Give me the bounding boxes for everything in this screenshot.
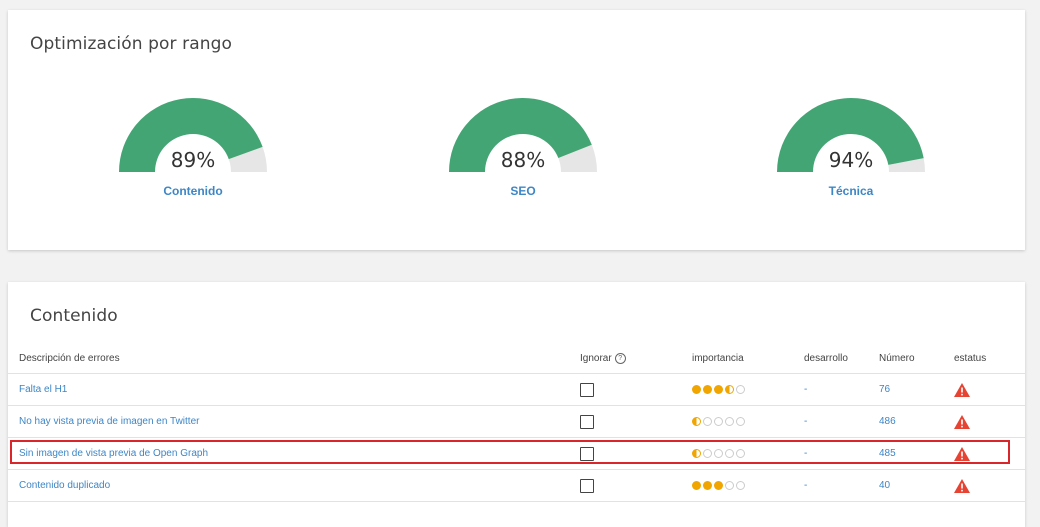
gauge-content: 89% Contenido [103,10,283,198]
warning-icon [954,382,970,397]
importance-rating [692,469,804,502]
table-row[interactable]: Contenido duplicado -40 [8,469,1025,502]
header-ignore[interactable]: Ignorar? [580,344,692,374]
content-errors-title: Contenido [30,306,118,326]
ignore-checkbox[interactable] [580,478,594,493]
gauge-technical-value: 94% [828,148,874,172]
importance-dot [714,480,723,490]
gauge-technical-label[interactable]: Técnica [761,184,941,198]
importance-dot [714,416,723,426]
development-value: - [804,469,879,502]
importance-dot [725,448,734,458]
importance-dot [703,384,712,394]
gauge-content-value: 89% [170,148,216,172]
importance-rating [692,373,804,406]
gauge-seo-value: 88% [500,148,546,172]
ignore-checkbox[interactable] [580,382,594,397]
gauge-content-label[interactable]: Contenido [103,184,283,198]
error-description-link[interactable]: Falta el H1 [8,373,580,406]
errors-table-header: Descripción de errores Ignorar? importan… [8,344,1025,374]
importance-dot [714,448,723,458]
importance-rating [692,405,804,438]
importance-dot [725,480,734,490]
error-description-link[interactable]: No hay vista previa de imagen en Twitter [8,405,580,438]
importance-dot [736,448,745,458]
ignore-cell [580,469,692,502]
warning-icon [954,478,970,493]
importance-dot [703,480,712,490]
help-icon[interactable]: ? [614,352,626,364]
header-development[interactable]: desarrollo [804,344,879,374]
header-importance[interactable]: importancia [692,344,804,374]
importance-dot [736,384,745,394]
development-value: - [804,405,879,438]
gauge-seo: 88% SEO [433,10,613,198]
importance-dot [736,480,745,490]
table-row[interactable]: No hay vista previa de imagen en Twitter… [8,405,1025,438]
ignore-cell [580,437,692,470]
status-cell [954,405,1025,438]
importance-dot [714,384,723,394]
importance-dot [703,448,712,458]
error-count-link[interactable]: 486 [879,405,954,438]
status-cell [954,469,1025,502]
warning-icon [954,414,970,429]
importance-dot [703,416,712,426]
ignore-cell [580,405,692,438]
status-cell [954,437,1025,470]
error-count-link[interactable]: 485 [879,437,954,470]
error-count-link[interactable]: 40 [879,469,954,502]
ignore-checkbox[interactable] [580,446,594,461]
rank-optimization-card: Optimización por rango 89% Contenido 88%… [8,10,1025,250]
importance-dot [725,416,734,426]
errors-table: Descripción de errores Ignorar? importan… [8,344,1025,502]
importance-rating [692,437,804,470]
table-row[interactable]: Sin imagen de vista previa de Open Graph… [8,437,1025,470]
status-cell [954,373,1025,406]
importance-dot [736,416,745,426]
header-description[interactable]: Descripción de errores [8,344,580,374]
ignore-checkbox[interactable] [580,414,594,429]
table-row[interactable]: Falta el H1 -76 [8,373,1025,406]
header-ignore-label: Ignorar [580,353,612,365]
importance-dot [692,480,701,490]
error-count-link[interactable]: 76 [879,373,954,406]
error-description-link[interactable]: Contenido duplicado [8,469,580,502]
importance-dot [725,384,734,394]
content-errors-card: Contenido Descripción de errores Ignorar… [8,282,1025,527]
importance-dot [692,448,701,458]
header-status[interactable]: estatus [954,344,1025,374]
development-value: - [804,437,879,470]
header-number[interactable]: Número [879,344,954,374]
importance-dot [692,416,701,426]
gauge-seo-label[interactable]: SEO [433,184,613,198]
development-value: - [804,373,879,406]
ignore-cell [580,373,692,406]
importance-dot [692,384,701,394]
error-description-link[interactable]: Sin imagen de vista previa de Open Graph [8,437,580,470]
warning-icon [954,446,970,461]
gauge-technical: 94% Técnica [761,10,941,198]
